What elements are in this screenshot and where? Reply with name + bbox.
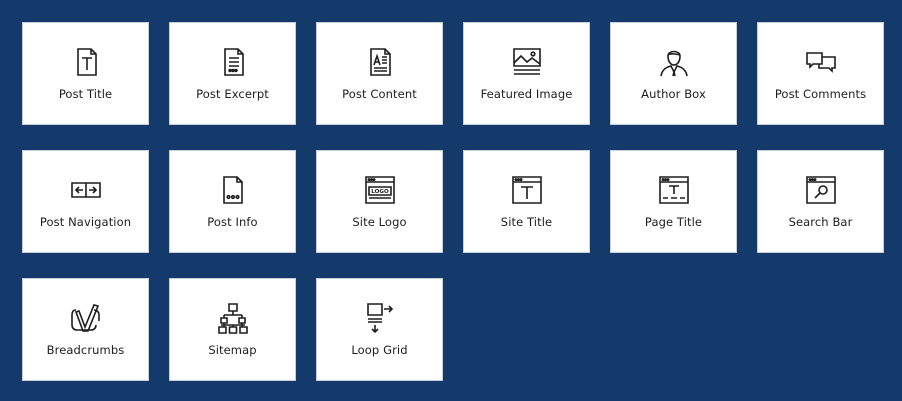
author-box-icon [657, 45, 691, 79]
widget-post-info[interactable]: Post Info [169, 150, 296, 253]
widget-sitemap[interactable]: Sitemap [169, 278, 296, 381]
widget-loop-grid[interactable]: Loop Grid [316, 278, 443, 381]
widget-breadcrumbs[interactable]: Breadcrumbs [22, 278, 149, 381]
widget-label: Post Excerpt [196, 87, 269, 101]
widget-post-comments[interactable]: Post Comments [757, 22, 884, 125]
widget-label: Post Content [342, 87, 417, 101]
widget-label: Page Title [644, 215, 703, 229]
logo-text: LOGO [371, 189, 389, 195]
widget-label: Site Title [500, 215, 553, 229]
post-excerpt-icon [216, 45, 250, 79]
sitemap-icon [216, 301, 250, 335]
widget-label: Featured Image [480, 87, 573, 101]
widget-page-title[interactable]: Page Title [610, 150, 737, 253]
widget-label: Site Logo [352, 215, 407, 229]
featured-image-icon [510, 45, 544, 79]
post-content-icon [363, 45, 397, 79]
search-bar-icon [804, 173, 838, 207]
widget-label: Post Comments [774, 87, 867, 101]
widget-site-logo[interactable]: LOGO Site Logo [316, 150, 443, 253]
widget-label: Loop Grid [351, 343, 408, 357]
post-comments-icon [804, 45, 838, 79]
widget-label: Post Navigation [39, 215, 132, 229]
post-info-icon [216, 173, 250, 207]
widget-post-navigation[interactable]: Post Navigation [22, 150, 149, 253]
breadcrumbs-icon [69, 301, 103, 335]
widget-label: Sitemap [208, 343, 257, 357]
widget-search-bar[interactable]: Search Bar [757, 150, 884, 253]
widget-post-excerpt[interactable]: Post Excerpt [169, 22, 296, 125]
widget-featured-image[interactable]: Featured Image [463, 22, 590, 125]
widget-author-box[interactable]: Author Box [610, 22, 737, 125]
widget-post-title[interactable]: Post Title [22, 22, 149, 125]
page-title-icon [657, 173, 691, 207]
loop-grid-icon [363, 301, 397, 335]
widget-site-title[interactable]: Site Title [463, 150, 590, 253]
widget-label: Author Box [641, 87, 706, 101]
widget-label: Breadcrumbs [46, 343, 125, 357]
widget-label: Post Info [207, 215, 258, 229]
widget-label: Post Title [58, 87, 113, 101]
site-logo-icon: LOGO [363, 173, 397, 207]
post-navigation-icon [69, 173, 103, 207]
site-title-icon [510, 173, 544, 207]
widget-label: Search Bar [788, 215, 853, 229]
widget-grid: Post Title Post Excerpt Post Content Fea… [0, 0, 902, 401]
widget-post-content[interactable]: Post Content [316, 22, 443, 125]
post-title-icon [69, 45, 103, 79]
